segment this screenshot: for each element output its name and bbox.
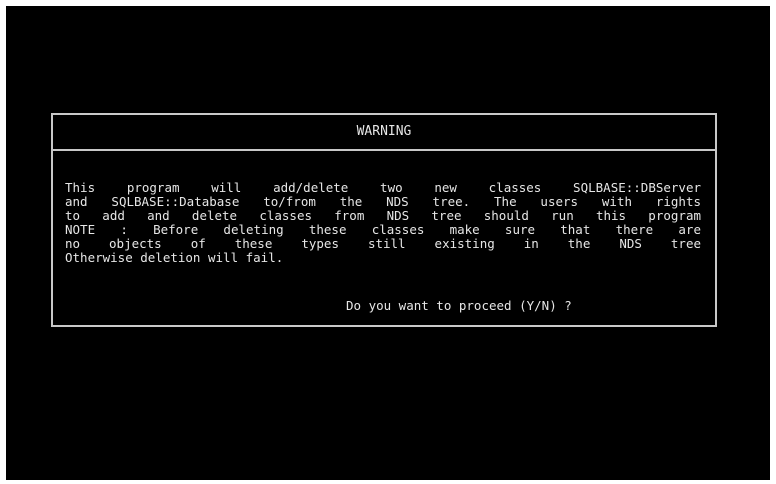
proceed-prompt[interactable]: Do you want to proceed (Y/N) ? — [346, 298, 572, 313]
message-line: to add and delete classes from NDS tree … — [65, 209, 701, 223]
message-line: and SQLBASE::Database to/from the NDS tr… — [65, 195, 701, 209]
message-line: This program will add/delete two new cla… — [65, 181, 701, 195]
dialog-title-bar: WARNING — [53, 115, 715, 151]
message-line: no objects of these types still existing… — [65, 237, 701, 251]
message-line: Otherwise deletion will fail. — [65, 251, 284, 265]
warning-message: This program will add/delete two new cla… — [65, 181, 701, 265]
dialog-title: WARNING — [356, 124, 412, 139]
terminal-screen: WARNING This program will add/delete two… — [6, 6, 770, 480]
message-line: NOTE : Before deleting these classes mak… — [65, 223, 701, 237]
